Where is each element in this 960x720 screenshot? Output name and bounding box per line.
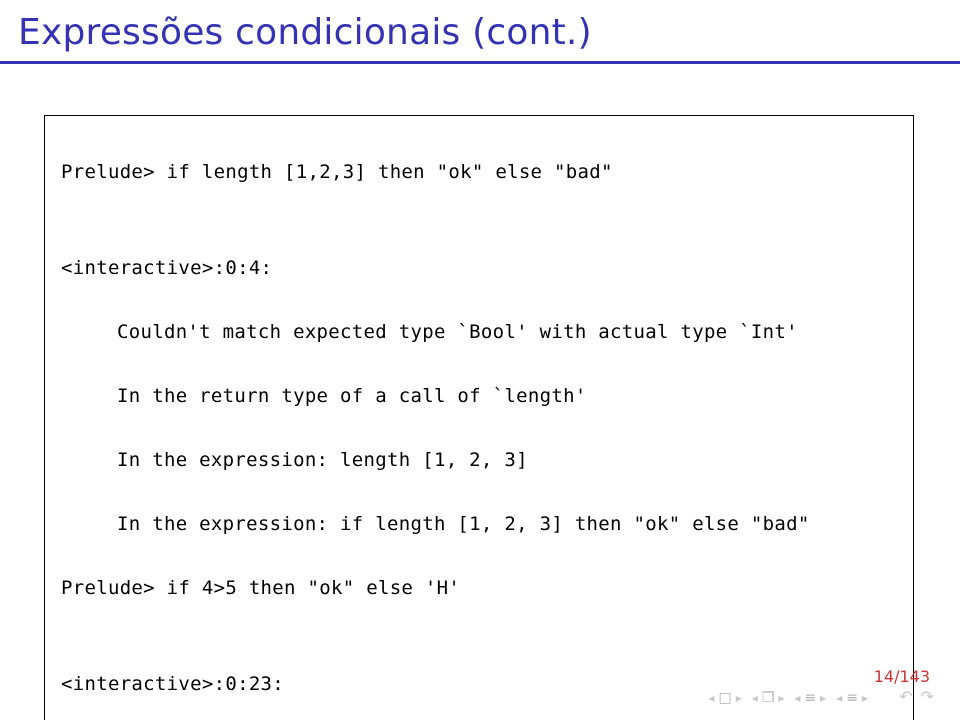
code-line: <interactive>:0:4: (61, 252, 903, 284)
nav-doublesquare-icon: ❐ (762, 690, 775, 706)
nav-undo-redo: ↶ ↷ (899, 687, 934, 706)
nav-subsection-group[interactable]: ≡ (794, 690, 826, 706)
code-line: In the expression: length [1, 2, 3] (61, 444, 903, 476)
code-line: In the return type of a call of `length' (61, 380, 903, 412)
nav-controls: □ ❐ ≡ ≡ (708, 690, 868, 706)
nav-next-icon (862, 691, 868, 705)
code-line: Prelude> if 4>5 then "ok" else 'H' (61, 572, 903, 604)
code-block: Prelude> if length [1,2,3] then "ok" els… (44, 115, 914, 720)
slide-title: Expressões condicionais (cont.) (18, 12, 960, 53)
nav-square-icon: □ (719, 690, 732, 706)
undo-icon[interactable]: ↶ (899, 687, 912, 706)
nav-prev-icon (794, 691, 800, 705)
nav-lines-icon: ≡ (846, 690, 858, 706)
nav-prev-icon (752, 691, 758, 705)
nav-next-icon (820, 691, 826, 705)
page-number: 14/143 (874, 667, 930, 686)
code-line: Prelude> if length [1,2,3] then "ok" els… (61, 156, 903, 188)
redo-icon[interactable]: ↷ (921, 687, 934, 706)
code-line: Couldn't match expected type `Bool' with… (61, 316, 903, 348)
title-band: Expressões condicionais (cont.) (0, 0, 960, 55)
nav-section-group[interactable]: ❐ (752, 690, 785, 706)
nav-first-group[interactable]: □ (708, 690, 741, 706)
title-divider (0, 61, 960, 64)
code-line: In the expression: if length [1, 2, 3] t… (61, 508, 903, 540)
nav-next-icon (778, 691, 784, 705)
nav-next-icon (736, 691, 742, 705)
nav-prev-icon (836, 691, 842, 705)
nav-prev-icon (708, 691, 714, 705)
nav-lines-icon: ≡ (804, 690, 816, 706)
nav-slide-group[interactable]: ≡ (836, 690, 868, 706)
